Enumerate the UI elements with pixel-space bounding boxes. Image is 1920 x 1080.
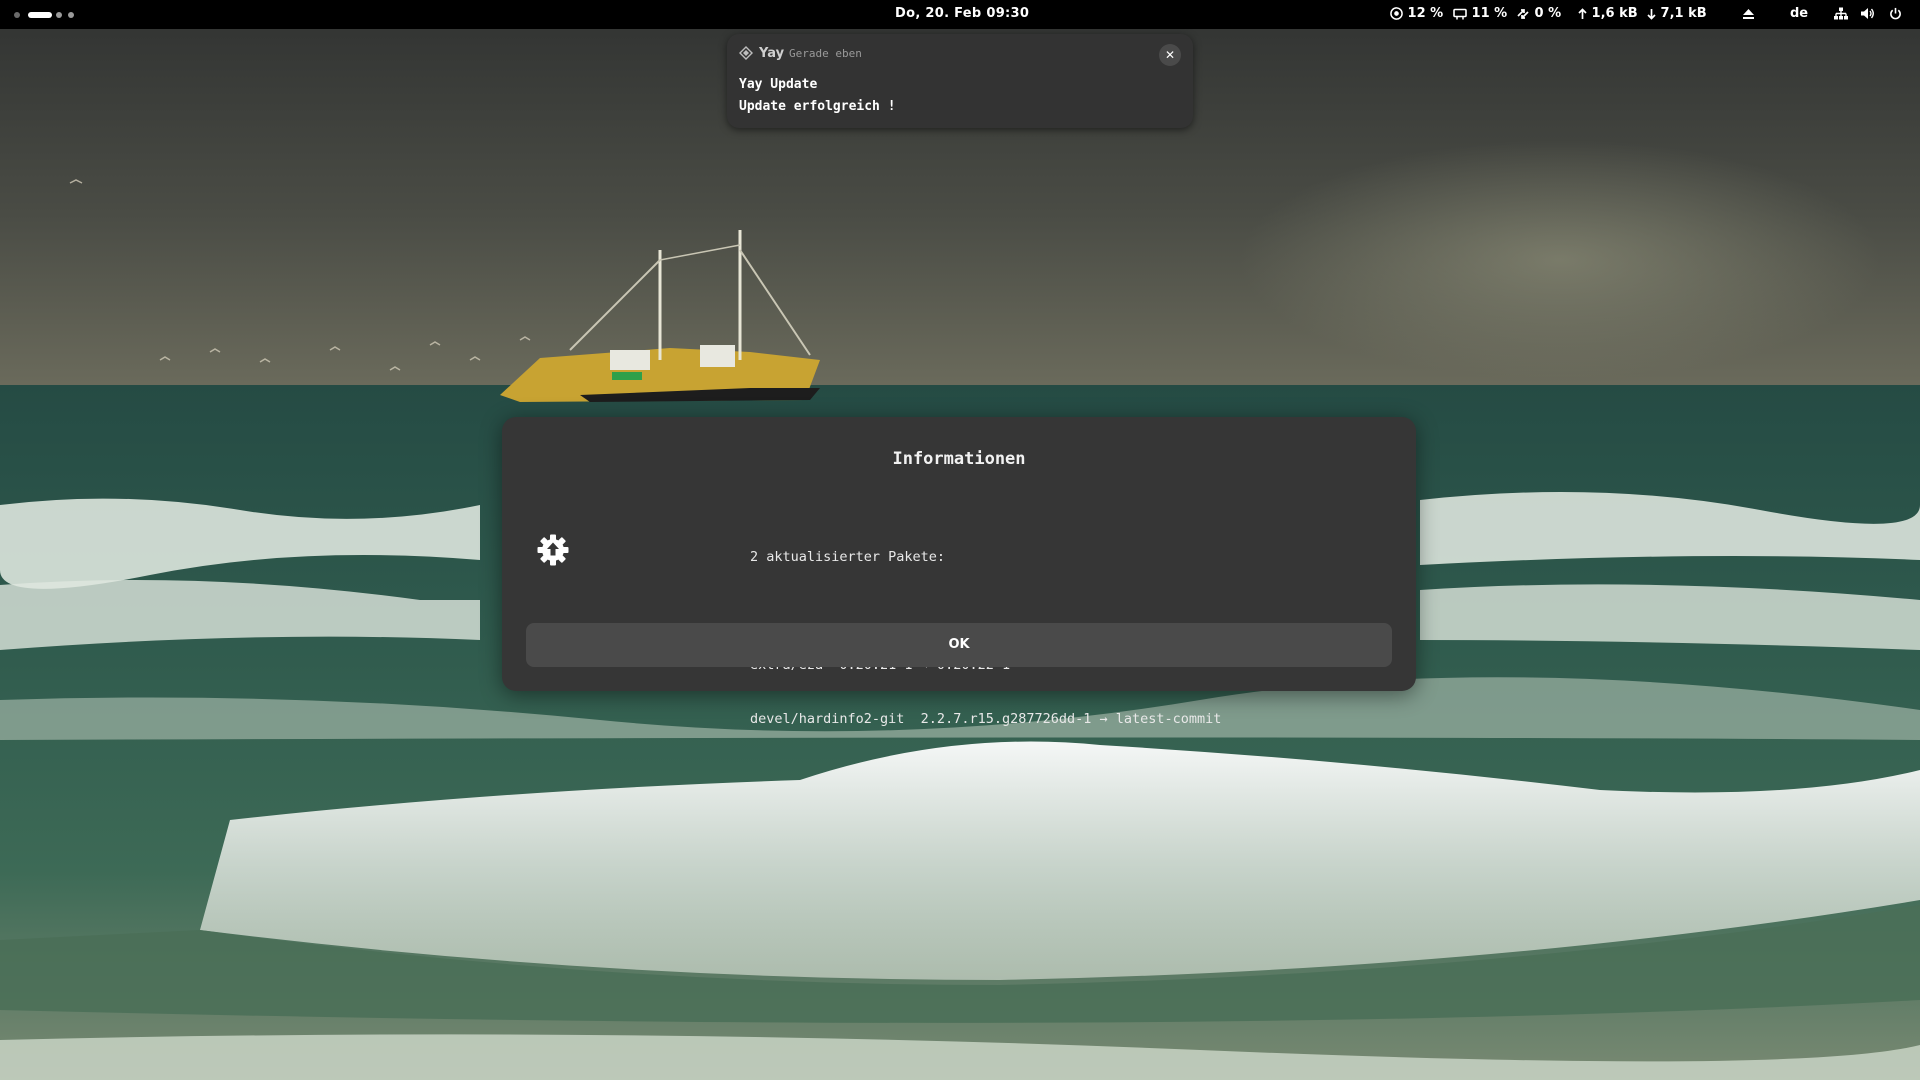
notification-popup[interactable]: Yay Gerade eben ✕ Yay Update Update erfo… bbox=[727, 34, 1193, 128]
net-up-value: 1,6 kB bbox=[1591, 6, 1638, 21]
workspace-dot[interactable] bbox=[68, 12, 74, 18]
power-icon bbox=[1889, 6, 1902, 21]
upload-arrow-icon bbox=[1578, 6, 1592, 21]
volume-button[interactable] bbox=[1860, 6, 1875, 21]
memory-icon bbox=[1453, 6, 1472, 21]
memory-value: 11 % bbox=[1471, 6, 1508, 21]
notification-body: Update erfolgreich ! bbox=[739, 99, 896, 114]
net-down-indicator[interactable]: 7,1 kB bbox=[1647, 6, 1707, 21]
update-summary: 2 aktualisierter Pakete: bbox=[750, 549, 946, 565]
cpu-value: 12 % bbox=[1407, 6, 1444, 21]
swap-icon bbox=[1516, 6, 1535, 21]
workspace-dot[interactable] bbox=[14, 12, 20, 18]
network-button[interactable] bbox=[1834, 6, 1848, 21]
update-gear-icon bbox=[536, 533, 570, 571]
cpu-indicator[interactable]: 12 % bbox=[1390, 6, 1443, 21]
workspace-dot[interactable] bbox=[56, 12, 62, 18]
power-button[interactable] bbox=[1889, 6, 1902, 21]
package-line: devel/hardinfo2-git 2.2.7.r15.g287726dd-… bbox=[750, 711, 1222, 727]
download-arrow-icon bbox=[1647, 6, 1661, 21]
keyboard-layout[interactable]: de bbox=[1790, 6, 1808, 21]
info-dialog: Informationen 2 aktualisierter Pakete: e… bbox=[502, 417, 1416, 727]
notification-app-name: Yay bbox=[759, 46, 785, 61]
network-icon bbox=[1834, 6, 1848, 21]
eject-icon bbox=[1742, 6, 1755, 21]
swap-indicator[interactable]: 0 % bbox=[1516, 6, 1561, 21]
swap-value: 0 % bbox=[1534, 6, 1562, 21]
memory-indicator[interactable]: 11 % bbox=[1453, 6, 1507, 21]
ok-button[interactable]: OK bbox=[526, 623, 1392, 667]
dialog-title: Informationen bbox=[892, 449, 1026, 469]
clock[interactable]: Do, 20. Feb 09:30 bbox=[895, 6, 1029, 21]
notification-title: Yay Update bbox=[739, 77, 818, 92]
net-up-indicator[interactable]: 1,6 kB bbox=[1578, 6, 1638, 21]
workspace-active[interactable] bbox=[28, 12, 52, 18]
net-down-value: 7,1 kB bbox=[1660, 6, 1707, 21]
eject-button[interactable] bbox=[1742, 6, 1755, 21]
notification-close-button[interactable]: ✕ bbox=[1159, 44, 1181, 66]
volume-icon bbox=[1860, 6, 1875, 21]
cpu-icon bbox=[1390, 6, 1408, 21]
notification-time: Gerade eben bbox=[789, 47, 862, 60]
yay-app-icon bbox=[739, 46, 753, 64]
top-panel: Do, 20. Feb 09:30 12 % 11 % 0 % 1,6 kB 7… bbox=[0, 0, 1920, 29]
close-icon: ✕ bbox=[1164, 48, 1176, 62]
